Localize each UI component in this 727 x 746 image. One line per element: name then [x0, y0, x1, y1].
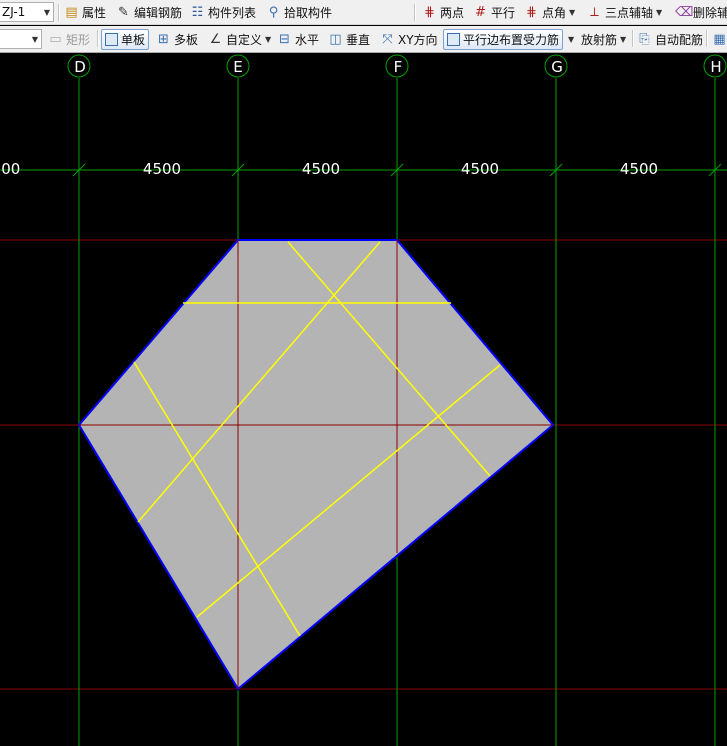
auto-rebar-button[interactable]: ⎘ 自动配筋	[637, 26, 703, 52]
horizontal-icon: ⊟	[279, 31, 290, 47]
toolbar-separator	[706, 30, 708, 47]
two-points-button[interactable]: ⋕ 两点	[422, 0, 464, 24]
rectangle-label: 矩形	[66, 32, 91, 47]
toolbar-separator	[97, 30, 99, 47]
dropdown-arrow-icon[interactable]: ▼	[569, 8, 575, 17]
pencil-icon: ✎	[118, 4, 129, 20]
delete-aux-label: 删除辅	[693, 5, 727, 20]
custom-button[interactable]: ∠ 自定义 ▼	[208, 26, 272, 52]
member-select-value: ZJ-1	[2, 5, 26, 19]
radial-rebar-button[interactable]: 放射筋 ▼	[581, 26, 626, 52]
main-toolbar: ZJ-1 ▼ ▤ 属性 ✎ 编辑钢筋 ☷ 构件列表 ⚲ 拾取构件 ⋕ 两点 # …	[0, 0, 727, 25]
chevron-down-icon: ▼	[43, 7, 50, 17]
properties-icon: ▤	[65, 4, 78, 20]
toolbar-separator	[414, 4, 416, 21]
list-icon: ☷	[191, 4, 204, 20]
parallel-icon: #	[475, 4, 486, 20]
dimension-label: 500	[0, 160, 20, 178]
pick-member-button[interactable]: ⚲ 拾取构件	[266, 0, 332, 24]
two-points-label: 两点	[440, 5, 465, 20]
radial-rebar-label: 放射筋	[581, 32, 618, 47]
point-angle-icon: ⋕	[526, 4, 537, 20]
more-icon: ▦	[713, 31, 726, 47]
toolbar-separator	[632, 30, 634, 47]
parallel-button[interactable]: # 平行	[473, 0, 515, 24]
properties-label: 属性	[82, 5, 107, 20]
auto-rebar-label: 自动配筋	[655, 32, 704, 47]
xy-direction-button[interactable]: ⤧ XY方向	[380, 26, 438, 52]
dimension-label: 4500	[302, 160, 340, 178]
chevron-down-icon: ▼	[31, 34, 38, 44]
member-select[interactable]: ZJ-1 ▼	[0, 2, 54, 22]
pick-member-label: 拾取构件	[284, 5, 333, 20]
axis-label-H: H	[710, 58, 721, 76]
style-select[interactable]: ▼	[0, 29, 42, 49]
dropdown-arrow-icon[interactable]: ▼	[656, 8, 662, 17]
dropper-icon: ⚲	[268, 4, 279, 20]
axis-label-G: G	[551, 58, 563, 76]
parallel-edge-rebar-label: 平行边布置受力筋	[463, 33, 560, 47]
parallel-edge-icon	[447, 33, 460, 46]
horizontal-label: 水平	[295, 32, 320, 47]
member-list-button[interactable]: ☷ 构件列表	[190, 0, 256, 24]
axis-label-E: E	[233, 58, 242, 76]
point-angle-label: 点角	[542, 5, 567, 20]
dropdown-arrow-icon[interactable]: ▼	[568, 35, 574, 44]
rectangle-button[interactable]: ▭ 矩形	[48, 26, 90, 52]
dimension-label: 4500	[620, 160, 658, 178]
drawing-canvas[interactable]: D E F G H 500 4500 4500 4500 4500	[0, 54, 727, 746]
single-slab-label: 单板	[121, 33, 146, 47]
vertical-label: 垂直	[346, 32, 371, 47]
xy-direction-label: XY方向	[398, 32, 438, 47]
multi-slab-button[interactable]: ⊞ 多板	[156, 26, 198, 52]
edit-rebar-button[interactable]: ✎ 编辑钢筋	[116, 0, 182, 24]
three-point-aux-button[interactable]: ⟂ 三点辅轴 ▼	[587, 0, 662, 24]
dimension-label: 4500	[461, 160, 499, 178]
delete-aux-button[interactable]: ⌫ 删除辅	[675, 0, 727, 24]
dropdown-arrow-icon[interactable]: ▼	[265, 35, 271, 44]
dropdown-arrow-icon[interactable]: ▼	[620, 35, 626, 44]
dimension-label: 4500	[143, 160, 181, 178]
overflow-button[interactable]: ▦	[712, 26, 727, 52]
parallel-edge-rebar-button[interactable]: 平行边布置受力筋	[443, 29, 564, 50]
vertical-icon: ◫	[329, 31, 342, 47]
axis-label-D: D	[74, 58, 86, 76]
horizontal-button[interactable]: ⊟ 水平	[277, 26, 319, 52]
three-point-aux-label: 三点辅轴	[605, 5, 654, 20]
member-list-label: 构件列表	[208, 5, 257, 20]
edit-rebar-label: 编辑钢筋	[134, 5, 183, 20]
xy-direction-icon: ⤧	[382, 31, 393, 47]
auto-rebar-icon: ⎘	[639, 31, 650, 47]
multi-slab-icon: ⊞	[158, 31, 169, 47]
eraser-icon: ⌫	[675, 4, 694, 20]
custom-label: 自定义	[226, 32, 263, 47]
toolbar-separator	[58, 4, 60, 21]
draw-toolbar: ▼ ▭ 矩形 单板 ⊞ 多板 ∠ 自定义 ▼ ⊟ 水平 ◫ 垂直 ⤧ XY方向 …	[0, 26, 727, 53]
custom-icon: ∠	[209, 31, 222, 47]
three-point-icon: ⟂	[590, 4, 599, 20]
vertical-button[interactable]: ◫ 垂直	[328, 26, 370, 52]
rectangle-icon: ▭	[49, 31, 62, 47]
axis-label-F: F	[394, 58, 403, 76]
single-slab-icon	[105, 33, 118, 46]
point-angle-button[interactable]: ⋕ 点角 ▼	[524, 0, 575, 24]
parallel-label: 平行	[491, 5, 516, 20]
properties-button[interactable]: ▤ 属性	[64, 0, 106, 24]
two-points-icon: ⋕	[424, 4, 435, 20]
multi-slab-label: 多板	[174, 32, 199, 47]
single-slab-button[interactable]: 单板	[101, 29, 150, 50]
